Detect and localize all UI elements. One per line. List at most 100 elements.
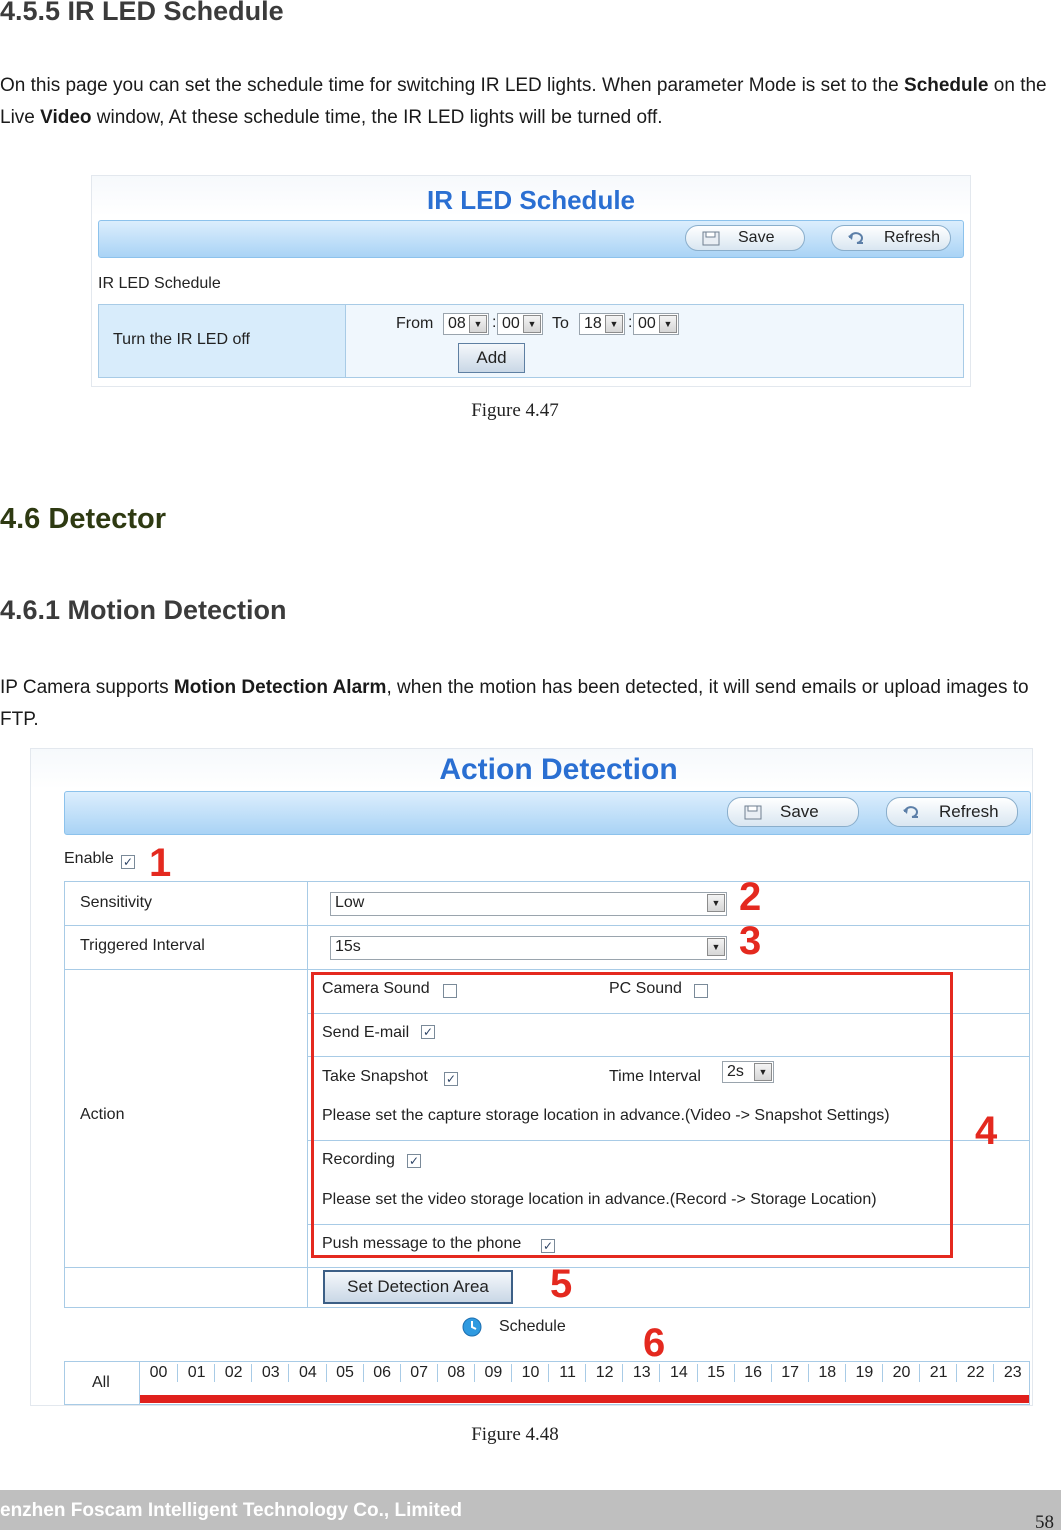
refresh-button[interactable]: Refresh xyxy=(886,797,1018,827)
schedule-hour-07[interactable]: 07 xyxy=(399,1364,438,1382)
section-heading-ir-led-schedule: 4.5.5 IR LED Schedule xyxy=(0,0,284,26)
schedule-all-cell[interactable]: All xyxy=(64,1361,139,1405)
text-run: On this page you can set the schedule ti… xyxy=(0,75,905,96)
schedule-hour-13[interactable]: 13 xyxy=(622,1364,660,1382)
schedule-label: Schedule xyxy=(499,1318,566,1335)
colon-separator: : xyxy=(492,314,497,331)
save-button[interactable]: Save xyxy=(727,797,859,827)
refresh-label: Refresh xyxy=(939,802,999,821)
schedule-hour-01[interactable]: 01 xyxy=(177,1364,215,1382)
schedule-hour-02[interactable]: 02 xyxy=(214,1364,252,1382)
ir-led-schedule-screenshot: IR LED Schedule Save Refresh IR LED Sche… xyxy=(91,175,971,387)
refresh-icon xyxy=(846,230,868,246)
save-icon xyxy=(742,804,764,820)
schedule-hour-17[interactable]: 17 xyxy=(770,1364,809,1382)
schedule-hour-22[interactable]: 22 xyxy=(956,1364,994,1382)
schedule-hour-21[interactable]: 21 xyxy=(919,1364,957,1382)
action-detection-screenshot: Action Detection Save Refresh Enable ✓ 1… xyxy=(30,748,1033,1406)
toolbar: Save Refresh xyxy=(98,220,964,258)
text-run: window, At these schedule time, the IR L… xyxy=(91,107,663,128)
interval-label: Triggered Interval xyxy=(80,937,205,954)
page-number: 58 xyxy=(1035,1512,1054,1533)
interval-select[interactable]: 15s ▼ xyxy=(330,936,727,960)
select-value: 00 xyxy=(638,315,656,332)
from-label: From xyxy=(396,315,434,332)
label-cell: Action xyxy=(64,969,308,1268)
schedule-hour-16[interactable]: 16 xyxy=(733,1364,772,1382)
save-label: Save xyxy=(780,802,819,821)
all-label: All xyxy=(92,1374,110,1391)
figure-caption: Figure 4.48 xyxy=(471,1424,559,1445)
value-cell: Set Detection Area xyxy=(307,1267,1030,1308)
select-value: 15s xyxy=(335,938,361,955)
save-button[interactable]: Save xyxy=(685,225,805,251)
schedule-hour-11[interactable]: 11 xyxy=(548,1364,586,1382)
schedule-hour-04[interactable]: 04 xyxy=(288,1364,326,1382)
label-cell: Triggered Interval xyxy=(64,925,308,970)
ui-title: Action Detection xyxy=(439,753,678,786)
callout-marker-6: 6 xyxy=(643,1321,666,1365)
schedule-hours-grid: 00 01 02 03 04 05 06 07 08 09 10 11 12 13 14 15 16 17 18 19… xyxy=(139,1361,1030,1405)
schedule-hour-14[interactable]: 14 xyxy=(659,1364,697,1382)
highlight-box xyxy=(311,972,953,1258)
label-cell: Sensitivity xyxy=(64,881,308,926)
refresh-button[interactable]: Refresh xyxy=(831,225,951,251)
from-hour-select[interactable]: 08 ▼ xyxy=(443,313,489,335)
row-value-cell: From 08 ▼ : 00 ▼ To 18 ▼ : 00 ▼ Add xyxy=(345,304,964,378)
refresh-icon xyxy=(901,804,923,820)
set-detection-area-button[interactable]: Set Detection Area xyxy=(323,1270,513,1304)
add-button[interactable]: Add xyxy=(458,343,525,373)
enable-checkbox[interactable]: ✓ xyxy=(121,855,135,869)
bold-run: Motion Detection Alarm xyxy=(173,677,387,698)
schedule-hour-12[interactable]: 12 xyxy=(585,1364,623,1382)
schedule-hour-06[interactable]: 06 xyxy=(362,1364,401,1382)
schedule-hour-19[interactable]: 19 xyxy=(844,1364,883,1382)
clock-icon xyxy=(462,1317,482,1337)
select-value: 18 xyxy=(584,315,602,332)
footer-company: enzhen Foscam Intelligent Technology Co.… xyxy=(0,1500,463,1521)
select-value: Low xyxy=(335,894,365,911)
text-run: IP Camera supports xyxy=(0,677,174,698)
schedule-hour-09[interactable]: 09 xyxy=(473,1364,512,1382)
chevron-down-icon: ▼ xyxy=(707,938,725,956)
schedule-hour-00[interactable]: 00 xyxy=(140,1364,177,1382)
select-value: 00 xyxy=(502,315,520,332)
schedule-active-bar xyxy=(140,1395,1029,1403)
toolbar: Save Refresh xyxy=(64,791,1031,835)
schedule-hour-03[interactable]: 03 xyxy=(251,1364,289,1382)
to-hour-select[interactable]: 18 ▼ xyxy=(579,313,625,335)
chevron-down-icon: ▼ xyxy=(605,315,623,333)
sensitivity-select[interactable]: Low ▼ xyxy=(330,892,727,916)
bold-run: Schedule xyxy=(904,75,989,96)
chevron-down-icon: ▼ xyxy=(469,315,487,333)
chevron-down-icon: ▼ xyxy=(659,315,677,333)
empty-cell xyxy=(64,1267,308,1308)
value-cell: Low ▼ xyxy=(307,881,1030,926)
callout-marker-2: 2 xyxy=(739,875,762,919)
chevron-down-icon: ▼ xyxy=(523,315,541,333)
row-label: Turn the IR LED off xyxy=(113,331,250,348)
chevron-down-icon: ▼ xyxy=(707,894,725,912)
callout-marker-3: 3 xyxy=(739,919,762,963)
schedule-hour-10[interactable]: 10 xyxy=(511,1364,549,1382)
schedule-hour-20[interactable]: 20 xyxy=(882,1364,920,1382)
schedule-hour-18[interactable]: 18 xyxy=(807,1364,846,1382)
colon-separator: : xyxy=(628,314,633,331)
from-minute-select[interactable]: 00 ▼ xyxy=(497,313,543,335)
callout-marker-4: 4 xyxy=(975,1109,998,1153)
ir-led-paragraph: On this page you can set the schedule ti… xyxy=(0,70,1055,134)
schedule-hour-23[interactable]: 23 xyxy=(993,1364,1031,1382)
schedule-hour-15[interactable]: 15 xyxy=(696,1364,735,1382)
sensitivity-label: Sensitivity xyxy=(80,894,153,911)
to-minute-select[interactable]: 00 ▼ xyxy=(633,313,679,335)
save-label: Save xyxy=(738,229,775,246)
save-icon xyxy=(700,230,722,246)
bold-run: Video xyxy=(40,107,92,128)
schedule-hour-08[interactable]: 08 xyxy=(436,1364,475,1382)
callout-marker-1: 1 xyxy=(149,841,172,885)
section-heading-motion-detection: 4.6.1 Motion Detection xyxy=(0,595,287,625)
schedule-hour-05[interactable]: 05 xyxy=(325,1364,364,1382)
figure-caption: Figure 4.47 xyxy=(471,400,559,421)
ui-title: IR LED Schedule xyxy=(426,185,636,215)
action-label: Action xyxy=(80,1106,125,1123)
